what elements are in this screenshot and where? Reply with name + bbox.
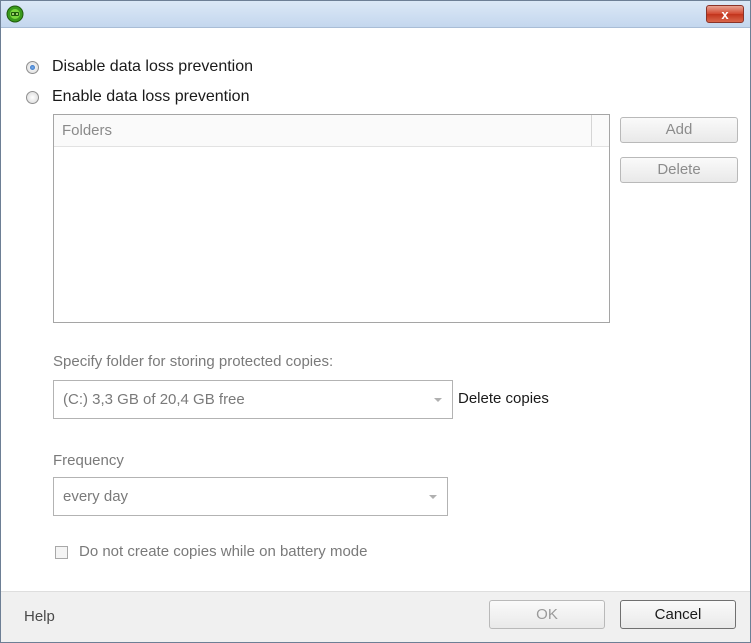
chevron-down-icon — [429, 495, 437, 499]
storage-folder-label: Specify folder for storing protected cop… — [53, 353, 334, 370]
app-shield-icon — [6, 5, 24, 23]
storage-folder-value: (C:) 3,3 GB of 20,4 GB free — [63, 391, 245, 408]
storage-folder-select[interactable]: (C:) 3,3 GB of 20,4 GB free — [53, 380, 453, 419]
disable-dlp-label: Disable data loss prevention — [52, 58, 254, 75]
delete-copies-link[interactable]: Delete copies — [458, 390, 549, 407]
help-link[interactable]: Help — [24, 608, 55, 625]
battery-mode-label: Do not create copies while on battery mo… — [79, 543, 368, 560]
folders-column-header[interactable]: Folders — [62, 122, 112, 139]
close-icon: x — [721, 7, 729, 22]
disable-dlp-radio[interactable] — [26, 60, 39, 74]
enable-dlp-radio[interactable] — [26, 90, 39, 104]
cancel-button[interactable]: Cancel — [620, 600, 736, 629]
title-bar[interactable]: x — [1, 1, 750, 28]
disable-dlp-option[interactable]: Disable data loss prevention — [26, 57, 253, 77]
enable-dlp-option[interactable]: Enable data loss prevention — [26, 87, 249, 107]
column-separator — [591, 115, 592, 146]
battery-mode-checkbox[interactable] — [55, 546, 68, 559]
dialog-footer: Help OK Cancel — [1, 591, 750, 642]
chevron-down-icon — [434, 398, 442, 402]
frequency-label: Frequency — [53, 452, 124, 469]
close-button[interactable]: x — [706, 5, 744, 23]
ok-button[interactable]: OK — [489, 600, 605, 629]
frequency-select[interactable]: every day — [53, 477, 448, 516]
folders-list[interactable]: Folders — [53, 114, 610, 323]
frequency-value: every day — [63, 488, 129, 505]
dialog-window: x Disable data loss prevention Enable da… — [0, 0, 751, 643]
folders-list-header: Folders — [54, 115, 609, 147]
enable-dlp-label: Enable data loss prevention — [52, 88, 250, 105]
add-folder-button[interactable]: Add — [620, 117, 738, 143]
delete-folder-button[interactable]: Delete — [620, 157, 738, 183]
